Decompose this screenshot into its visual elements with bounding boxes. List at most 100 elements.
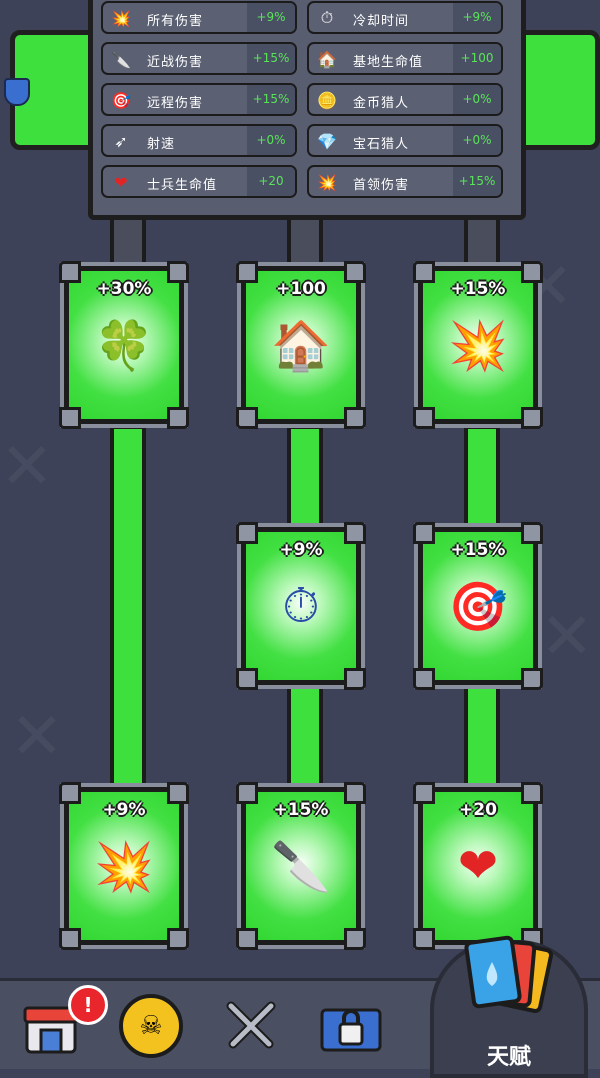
- card-corner: [59, 407, 81, 429]
- card-corner: [413, 668, 435, 690]
- card-corner: [521, 668, 543, 690]
- base-heart-icon: 🏠: [317, 49, 337, 69]
- connector: [287, 425, 323, 533]
- explosion-icon: 💥: [94, 839, 154, 895]
- card-corner: [236, 928, 258, 950]
- bullets-icon: ➶: [114, 131, 128, 151]
- stat-all-damage: 💥 所有伤害 +9%: [101, 1, 297, 34]
- card-value: +9%: [279, 540, 323, 560]
- heart-icon: ❤: [114, 172, 128, 192]
- card-corner: [413, 407, 435, 429]
- stat-value: +15%: [247, 44, 295, 73]
- battle-button[interactable]: [218, 993, 284, 1059]
- talent-card-all-damage[interactable]: +9% 💥: [59, 782, 189, 950]
- card-corner: [344, 668, 366, 690]
- crossed-swords-icon: [226, 1001, 276, 1049]
- stat-value: +9%: [247, 3, 295, 32]
- card-value: +15%: [450, 540, 506, 560]
- talent-card-soldier-hp[interactable]: +20 ❤: [413, 782, 543, 950]
- target-icon: 🎯: [111, 90, 131, 110]
- locked-base-button[interactable]: [318, 993, 384, 1059]
- stat-soldier-hp: ❤ 士兵生命值 +20: [101, 165, 297, 198]
- card-value: +30%: [96, 279, 152, 299]
- stat-gem-hunter: 💎 宝石猎人 +0%: [307, 124, 503, 157]
- talent-card-clover[interactable]: +30% 🍀: [59, 261, 189, 429]
- card-value: +15%: [450, 279, 506, 299]
- stat-label: 基地生命值: [353, 55, 424, 70]
- connector: [464, 425, 500, 533]
- card-corner: [167, 407, 189, 429]
- stat-value: +0%: [247, 126, 295, 155]
- shield-icon[interactable]: [4, 78, 30, 106]
- skull-coin-button[interactable]: ☠: [118, 993, 184, 1059]
- talent-card-boss-damage[interactable]: +15% 💥: [413, 261, 543, 429]
- gold-coin-icon: 🪙: [317, 90, 337, 110]
- bg-skull-decor: ✕: [0, 430, 54, 504]
- card-value: +15%: [273, 800, 329, 820]
- skull-coin-icon: ☠: [119, 994, 183, 1058]
- card-corner: [59, 928, 81, 950]
- talent-tab[interactable]: 天赋: [430, 935, 588, 1078]
- talent-card-base-hp[interactable]: +100 🏠: [236, 261, 366, 429]
- stats-panel: 💥 所有伤害 +9% ⏱ 冷却时间 +9% 🔪 近战伤害 +15% 🏠 基地生命…: [88, 0, 526, 220]
- gem-skull-icon: 💎: [317, 131, 337, 151]
- stat-label: 士兵生命值: [147, 178, 218, 193]
- talent-card-ranged-damage[interactable]: +15% 🎯: [413, 522, 543, 690]
- target-icon: 🎯: [448, 579, 508, 635]
- bg-skull-decor: ✕: [540, 600, 594, 674]
- shop-button[interactable]: !: [18, 985, 108, 1059]
- stat-value: +15%: [453, 167, 501, 196]
- card-corner: [236, 407, 258, 429]
- connector: [464, 685, 500, 793]
- stat-value: +0%: [453, 85, 501, 114]
- connector: [287, 685, 323, 793]
- knife-icon: 🔪: [111, 49, 131, 69]
- card-corner: [344, 407, 366, 429]
- card-corner: [344, 928, 366, 950]
- bg-skull-decor: ✕: [10, 700, 64, 774]
- card-value: +20: [459, 800, 497, 820]
- card-value: +9%: [102, 800, 146, 820]
- notification-badge: !: [68, 985, 108, 1025]
- stat-label: 宝石猎人: [353, 137, 410, 152]
- stat-label: 所有伤害: [147, 14, 204, 29]
- stat-boss-damage: 💥 首领伤害 +15%: [307, 165, 503, 198]
- heart-icon: ❤: [457, 838, 499, 894]
- stat-label: 首领伤害: [353, 178, 410, 193]
- talent-card-cooldown[interactable]: +9% ⏱: [236, 522, 366, 690]
- stat-gold-hunter: 🪙 金币猎人 +0%: [307, 83, 503, 116]
- stat-base-hp: 🏠 基地生命值 +100: [307, 42, 503, 75]
- stat-cooldown: ⏱ 冷却时间 +9%: [307, 1, 503, 34]
- knife-icon: 🔪: [271, 839, 331, 895]
- stat-label: 金币猎人: [353, 96, 410, 111]
- clover-icon: 🍀: [94, 318, 154, 374]
- soldier-clock-icon: ⏱: [282, 578, 320, 634]
- soldier-clock-icon: ⏱: [320, 8, 334, 27]
- tank-explosion-icon: 💥: [448, 318, 508, 374]
- card-corner: [167, 928, 189, 950]
- stat-value: +0%: [453, 126, 501, 155]
- stat-fire-rate: ➶ 射速 +0%: [101, 124, 297, 157]
- card-corner: [413, 928, 435, 950]
- card-corner: [521, 407, 543, 429]
- card-corner: [236, 668, 258, 690]
- lock-icon: [320, 1008, 382, 1052]
- card-value: +100: [276, 279, 326, 299]
- stat-label: 射速: [147, 137, 176, 152]
- stat-label: 远程伤害: [147, 96, 204, 111]
- tank-explosion-icon: 💥: [317, 172, 337, 192]
- stat-label: 冷却时间: [353, 14, 410, 29]
- stat-value: +100: [453, 44, 501, 73]
- explosion-icon: 💥: [111, 8, 131, 28]
- stat-value: +20: [247, 167, 295, 196]
- stat-value: +9%: [453, 3, 501, 32]
- stat-label: 近战伤害: [147, 55, 204, 70]
- talent-cards-icon: [464, 935, 554, 1013]
- base-heart-icon: 🏠: [271, 318, 331, 374]
- talent-card-melee-damage[interactable]: +15% 🔪: [236, 782, 366, 950]
- stat-ranged-damage: 🎯 远程伤害 +15%: [101, 83, 297, 116]
- connector: [110, 425, 146, 793]
- stat-melee-damage: 🔪 近战伤害 +15%: [101, 42, 297, 75]
- talent-tab-label: 天赋: [486, 1045, 531, 1070]
- stat-value: +15%: [247, 85, 295, 114]
